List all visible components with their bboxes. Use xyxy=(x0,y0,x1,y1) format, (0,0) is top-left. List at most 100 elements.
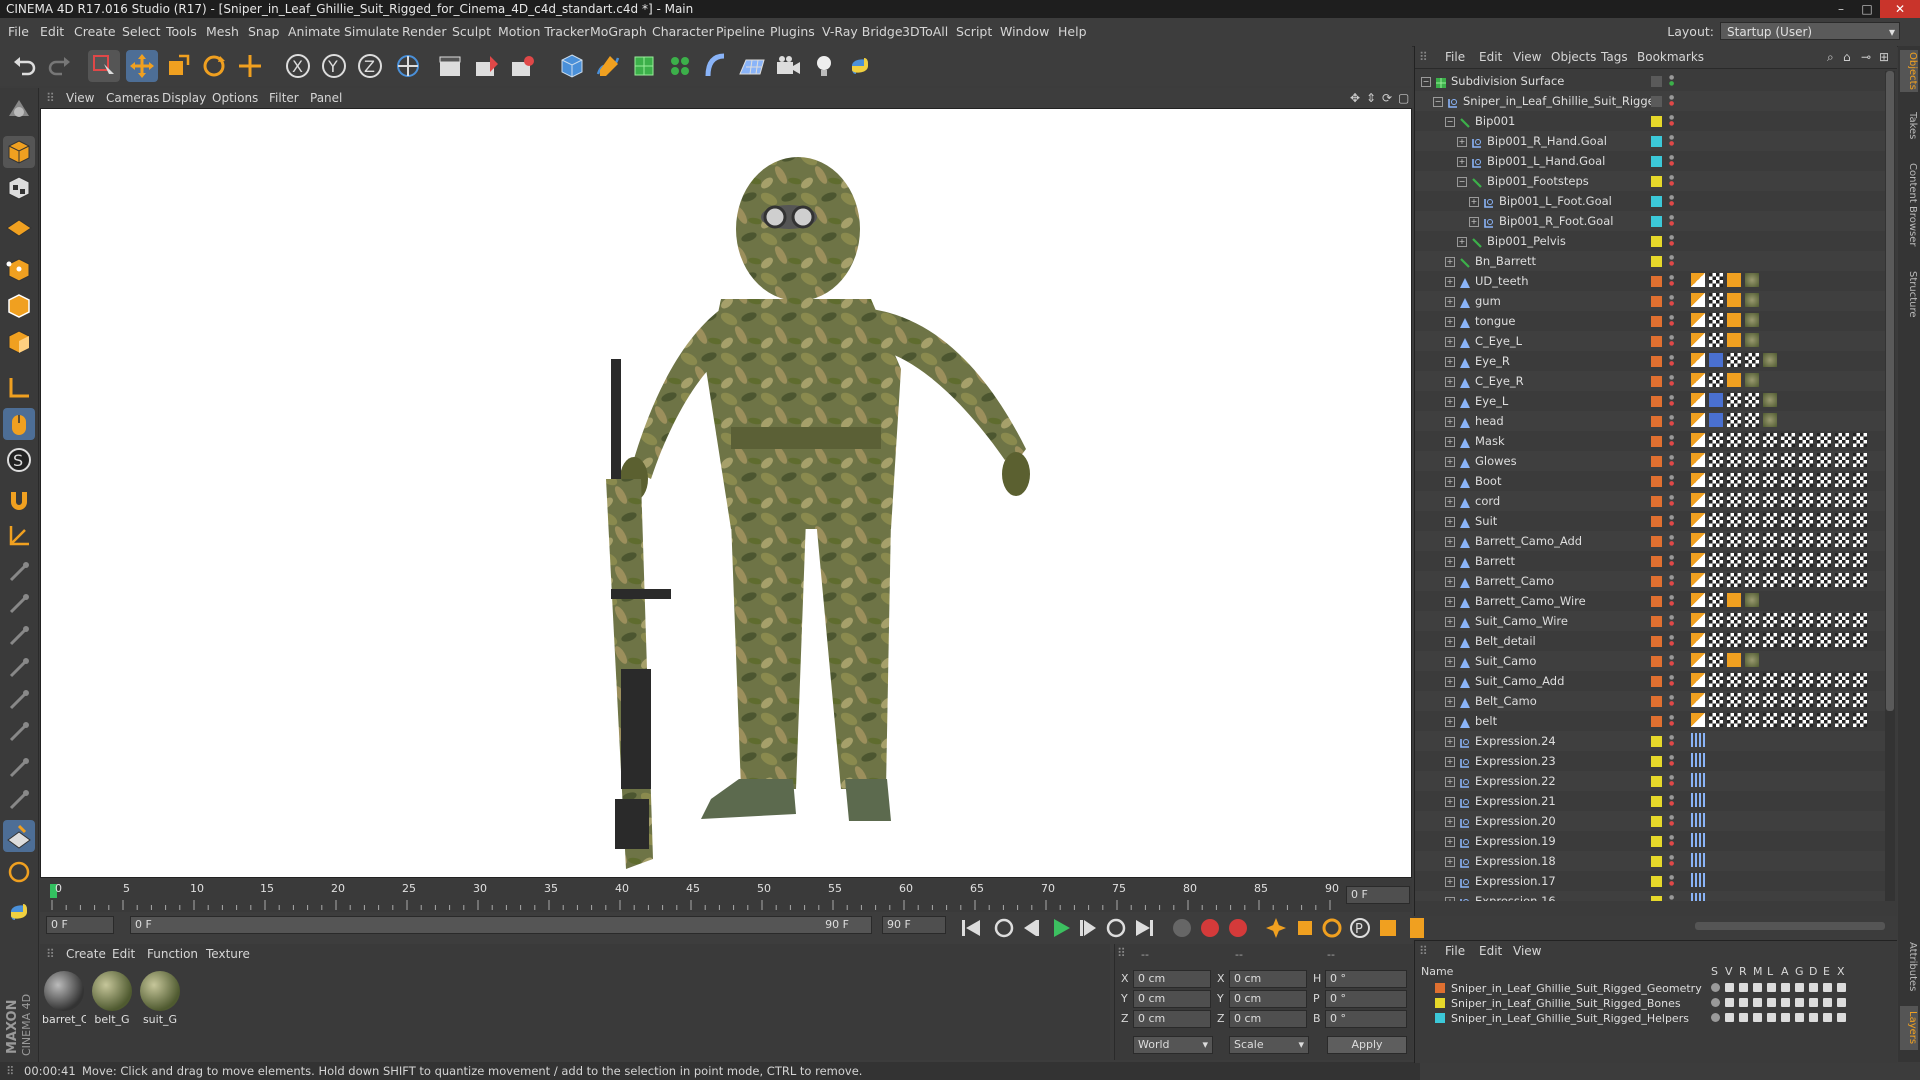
sculpt-brush-5[interactable] xyxy=(3,684,35,716)
texture-tag-icon[interactable] xyxy=(1835,453,1849,467)
layer-color-swatch[interactable] xyxy=(1651,716,1662,727)
object-row[interactable]: − Subdivision Surface ● ● xyxy=(1415,71,1885,91)
scrollbar-thumb[interactable] xyxy=(1886,71,1894,711)
texture-tag-icon[interactable] xyxy=(1817,533,1831,547)
layer-flag-icon[interactable] xyxy=(1711,983,1720,992)
expand-toggle-icon[interactable]: + xyxy=(1445,317,1455,327)
expand-toggle-icon[interactable]: + xyxy=(1445,377,1455,387)
texture-tag-icon[interactable] xyxy=(1817,453,1831,467)
object-row[interactable]: + Barrett_Camo_Add ● ● xyxy=(1415,531,1885,551)
uvw-tag-icon[interactable] xyxy=(1727,333,1741,347)
phong-tag-icon[interactable] xyxy=(1691,573,1705,587)
add-camera-button[interactable] xyxy=(772,50,804,82)
expand-toggle-icon[interactable]: − xyxy=(1421,77,1431,87)
texture-tag-icon[interactable] xyxy=(1835,673,1849,687)
visibility-dots-icon[interactable]: ●● xyxy=(1669,535,1675,547)
object-name[interactable]: Expression.24 xyxy=(1475,731,1556,751)
object-name[interactable]: C_Eye_R xyxy=(1475,371,1524,391)
close-button[interactable]: ✕ xyxy=(1880,0,1920,18)
object-name[interactable]: Suit xyxy=(1475,511,1497,531)
object-name[interactable]: Bip001_L_Hand.Goal xyxy=(1487,151,1605,171)
expand-toggle-icon[interactable]: + xyxy=(1445,657,1455,667)
layer-flag-icon[interactable] xyxy=(1739,998,1748,1007)
menu-help[interactable]: Help xyxy=(1058,24,1087,39)
add-cube-button[interactable] xyxy=(556,50,588,82)
phong-tag-icon[interactable] xyxy=(1691,533,1705,547)
object-row[interactable]: + C_Eye_R ● ● xyxy=(1415,371,1885,391)
texture-tag-icon[interactable] xyxy=(1745,433,1759,447)
texture-tag-icon[interactable] xyxy=(1763,673,1777,687)
expand-toggle-icon[interactable]: + xyxy=(1445,797,1455,807)
expand-toggle-icon[interactable]: + xyxy=(1445,737,1455,747)
expand-toggle-icon[interactable]: + xyxy=(1445,297,1455,307)
texture-tag-icon[interactable] xyxy=(1799,673,1813,687)
expand-toggle-icon[interactable]: + xyxy=(1457,157,1467,167)
texture-tag-icon[interactable] xyxy=(1835,613,1849,627)
viewport-rotate-icon[interactable]: ⟳ xyxy=(1382,91,1392,105)
visibility-dots-icon[interactable]: ●● xyxy=(1669,675,1675,687)
phong-tag-icon[interactable] xyxy=(1691,273,1705,287)
object-row[interactable]: + Bip001_L_Hand.Goal ● ● xyxy=(1415,151,1885,171)
snap-button[interactable]: S xyxy=(3,444,35,476)
material-menu-function[interactable]: Function xyxy=(147,947,198,961)
texture-tag-icon[interactable] xyxy=(1727,533,1741,547)
layer-color-swatch[interactable] xyxy=(1651,836,1662,847)
menu-create[interactable]: Create xyxy=(74,24,116,39)
menu-plugins[interactable]: Plugins xyxy=(770,24,815,39)
object-name[interactable]: gum xyxy=(1475,291,1501,311)
layer-column-header[interactable]: A xyxy=(1781,965,1789,978)
expand-toggle-icon[interactable]: + xyxy=(1445,677,1455,687)
menu-character[interactable]: Character xyxy=(652,24,714,39)
layer-color-swatch[interactable] xyxy=(1651,636,1662,647)
object-row[interactable]: − Bip001 ● ● xyxy=(1415,111,1885,131)
visibility-dots-icon[interactable]: ●● xyxy=(1669,395,1675,407)
material-tag-icon[interactable] xyxy=(1763,413,1777,427)
object-name[interactable]: Glowes xyxy=(1475,451,1517,471)
texture-tag-icon[interactable] xyxy=(1781,493,1795,507)
maximize-button[interactable]: □ xyxy=(1854,0,1880,18)
object-name[interactable]: Expression.20 xyxy=(1475,811,1556,831)
add-deformer-button[interactable] xyxy=(700,50,732,82)
uvw-tag-icon[interactable] xyxy=(1727,273,1741,287)
expand-toggle-icon[interactable]: + xyxy=(1445,577,1455,587)
texture-tag-icon[interactable] xyxy=(1853,613,1867,627)
texture-tag-icon[interactable] xyxy=(1727,673,1741,687)
object-name[interactable]: belt xyxy=(1475,711,1497,731)
expand-toggle-icon[interactable]: + xyxy=(1445,557,1455,567)
object-row[interactable]: + Expression.20 ● ● xyxy=(1415,811,1885,831)
layer-color-swatch[interactable] xyxy=(1651,856,1662,867)
visibility-dots-icon[interactable]: ●● xyxy=(1669,655,1675,667)
texture-tag-icon[interactable] xyxy=(1763,453,1777,467)
size-x-field[interactable]: 0 cm xyxy=(1229,970,1307,988)
object-row[interactable]: + Expression.23 ● ● xyxy=(1415,751,1885,771)
layer-color-swatch[interactable] xyxy=(1651,76,1662,87)
layout-dropdown[interactable]: Startup (User) ▾ xyxy=(1720,22,1900,40)
viewport-zoom-icon[interactable]: ⇕ xyxy=(1366,91,1376,105)
layer-color-swatch[interactable] xyxy=(1651,256,1662,267)
texture-tag-icon[interactable] xyxy=(1853,633,1867,647)
visibility-dots-icon[interactable]: ●● xyxy=(1669,355,1675,367)
layer-color-swatch[interactable] xyxy=(1435,1013,1445,1023)
texture-tag-icon[interactable] xyxy=(1709,633,1723,647)
polygons-mode-button[interactable] xyxy=(3,326,35,358)
material-tag-icon[interactable] xyxy=(1763,353,1777,367)
object-row[interactable]: + Eye_R ● ● xyxy=(1415,351,1885,371)
menu-animate[interactable]: Animate xyxy=(288,24,340,39)
size-y-field[interactable]: 0 cm xyxy=(1229,990,1307,1008)
visibility-dots-icon[interactable]: ●● xyxy=(1669,215,1675,227)
objects-menu-file[interactable]: File xyxy=(1445,50,1465,64)
phong-tag-icon[interactable] xyxy=(1691,633,1705,647)
texture-tag-icon[interactable] xyxy=(1745,673,1759,687)
object-name[interactable]: Subdivision Surface xyxy=(1451,71,1564,91)
texture-tag-icon[interactable] xyxy=(1853,713,1867,727)
expand-toggle-icon[interactable]: + xyxy=(1445,837,1455,847)
edges-mode-button[interactable] xyxy=(3,290,35,322)
phong-tag-icon[interactable] xyxy=(1691,593,1705,607)
layer-flag-icon[interactable] xyxy=(1837,983,1846,992)
uvw-tag-icon[interactable] xyxy=(1727,293,1741,307)
visibility-dots-icon[interactable]: ●● xyxy=(1669,295,1675,307)
material-menu-create[interactable]: Create xyxy=(66,947,106,961)
menu-sculpt[interactable]: Sculpt xyxy=(452,24,491,39)
object-row[interactable]: + Boot ● ● xyxy=(1415,471,1885,491)
texture-tag-icon[interactable] xyxy=(1763,613,1777,627)
